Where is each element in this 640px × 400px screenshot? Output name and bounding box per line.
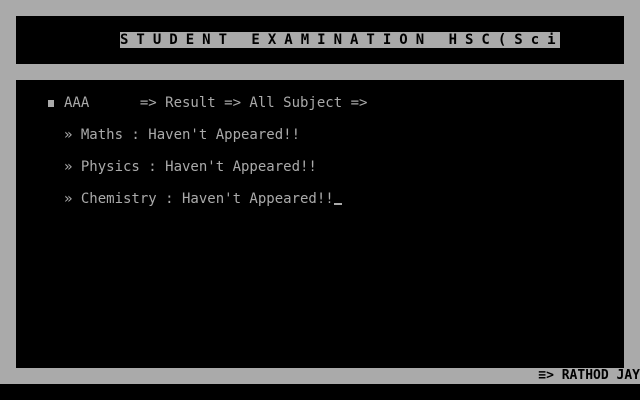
page-title: STUDENT EXAMINATION HSC(Sci) xyxy=(120,32,560,48)
bullet-icon xyxy=(48,100,54,107)
subject-result-physics: » Physics : Haven't Appeared!! xyxy=(64,159,317,175)
text-cursor xyxy=(333,203,342,205)
subject-result-maths: » Maths : Haven't Appeared!! xyxy=(64,127,301,143)
subject-result-chemistry: » Chemistry : Haven't Appeared!! xyxy=(64,191,342,207)
author-credit: ≡> RATHOD JAY xyxy=(538,368,640,383)
footer: ≡> RATHOD JAY xyxy=(0,368,640,400)
header-panel: STUDENT EXAMINATION HSC(Sci) xyxy=(16,16,624,64)
subject-result-chemistry-text: » Chemistry : Haven't Appeared!! xyxy=(64,191,334,207)
student-result-heading: AAA => Result => All Subject => xyxy=(64,95,368,111)
result-panel: AAA => Result => All Subject => » Maths … xyxy=(16,80,624,368)
footer-bar xyxy=(0,384,640,400)
